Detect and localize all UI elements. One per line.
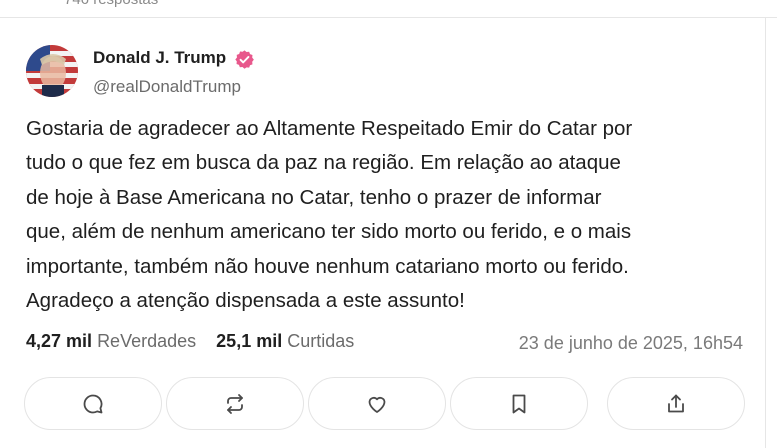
- repost-icon: [227, 393, 243, 414]
- likes-count: 25,1 mil: [216, 331, 283, 351]
- avatar[interactable]: [26, 45, 78, 97]
- previous-post-replies-count: 746 respostas: [64, 0, 158, 8]
- reposts-stat[interactable]: 4,27 mil ReVerdades: [26, 331, 201, 351]
- bookmark-icon: [512, 394, 526, 413]
- post-text-line: Gostaria de agradecer ao Altamente Respe…: [26, 117, 633, 140]
- post-divider: [0, 17, 777, 18]
- post-text-line: que, além de nenhum americano ter sido m…: [26, 220, 632, 244]
- verified-badge-icon: [235, 50, 254, 69]
- author-name[interactable]: Donald J. Trump: [93, 48, 226, 68]
- likes-stat[interactable]: 25,1 mil Curtidas: [216, 331, 354, 351]
- heart-icon: [368, 396, 386, 413]
- post-stats: 4,27 mil ReVerdades 25,1 mil Curtidas: [26, 331, 354, 352]
- post-text-line: de hoje à Base Americana no Catar, tenho…: [26, 185, 602, 209]
- column-border: [765, 18, 766, 448]
- share-button[interactable]: [607, 377, 745, 430]
- reposts-count: 4,27 mil: [26, 331, 93, 351]
- likes-label: Curtidas: [287, 331, 355, 351]
- post-text: Gostaria de agradecer ao Altamente Respe…: [26, 112, 754, 318]
- post-text-line: Agradeço a atenção dispensada a este ass…: [26, 289, 465, 313]
- bookmark-button[interactable]: [450, 377, 588, 430]
- author-handle[interactable]: @realDonaldTrump: [93, 77, 241, 97]
- like-button[interactable]: [308, 377, 446, 430]
- reposts-label: ReVerdades: [97, 331, 197, 351]
- post-text-line: tudo o que fez em busca da paz na região…: [26, 151, 621, 175]
- reply-icon: [83, 394, 103, 413]
- post-text-line: importante, também não houve nenhum cata…: [26, 254, 629, 278]
- share-icon: [668, 394, 684, 412]
- repost-button[interactable]: [166, 377, 304, 430]
- reply-button[interactable]: [24, 377, 162, 430]
- post-timestamp[interactable]: 23 de junho de 2025, 16h54: [519, 333, 743, 354]
